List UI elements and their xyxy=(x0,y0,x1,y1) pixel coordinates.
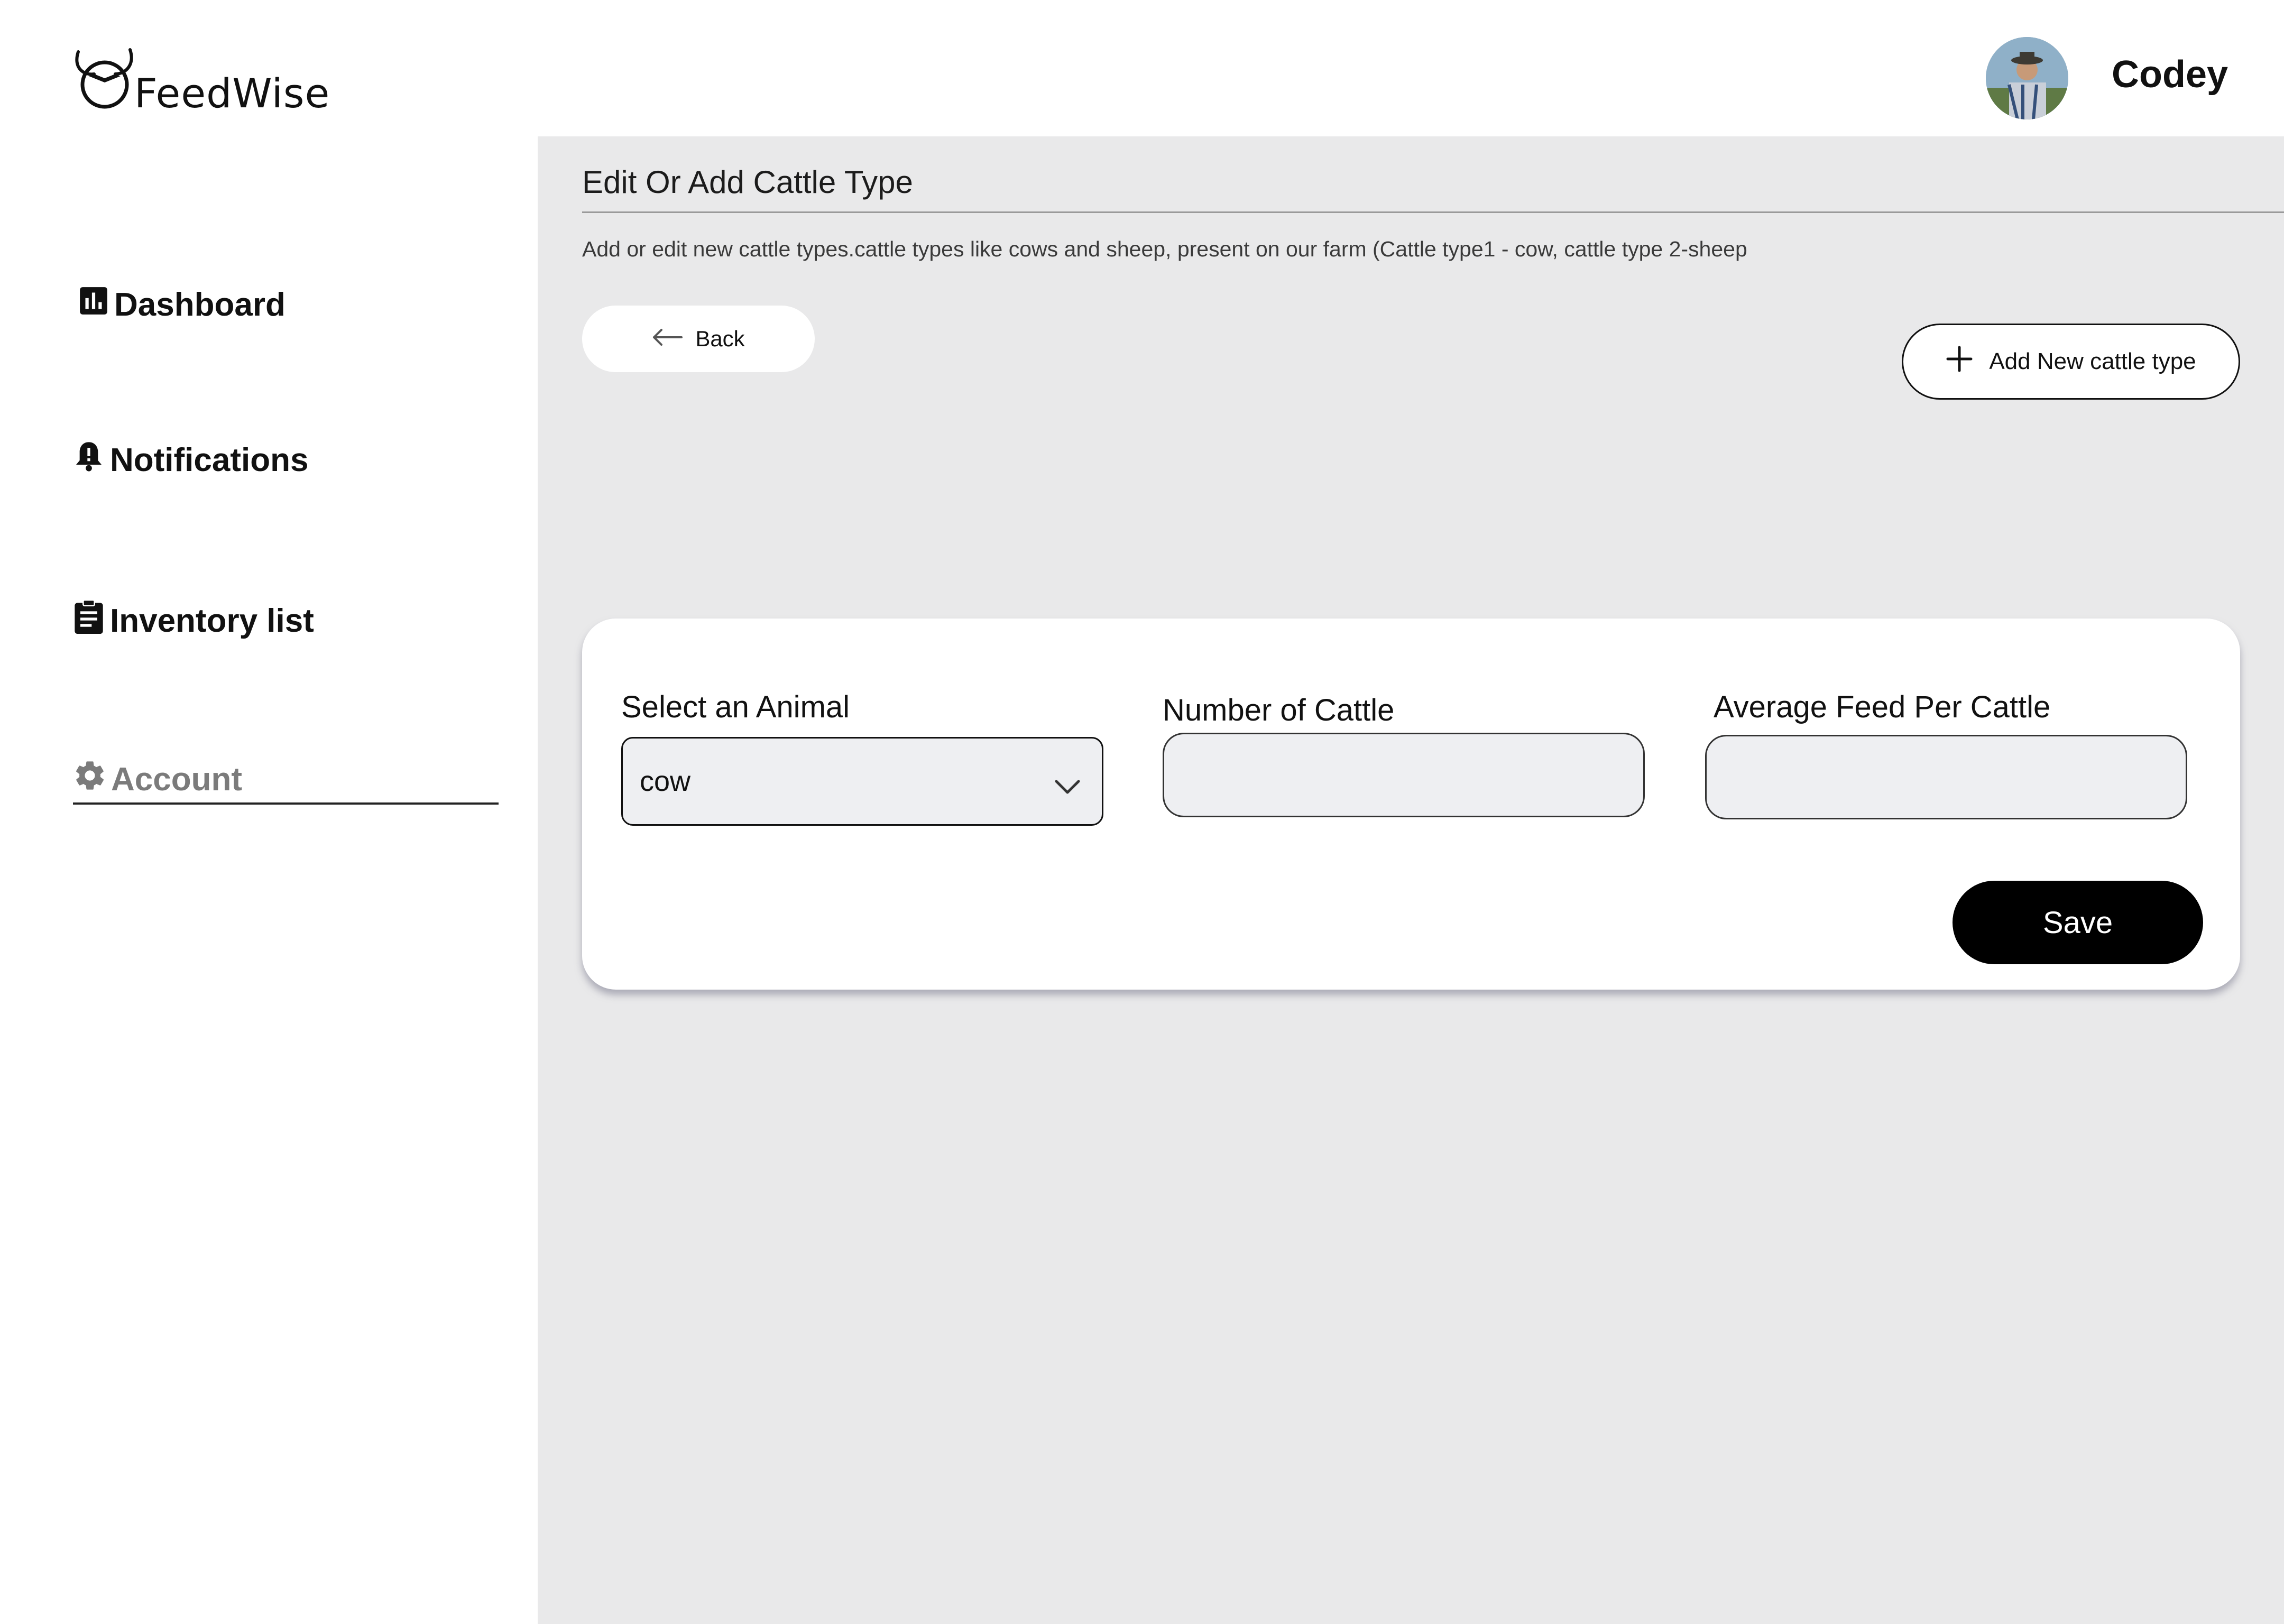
user-name[interactable]: Codey xyxy=(2112,53,2228,96)
gear-icon xyxy=(73,759,107,800)
page-description: Add or edit new cattle types.cattle type… xyxy=(582,237,1747,261)
sidebar-item-dashboard[interactable]: Dashboard xyxy=(77,284,286,325)
user-avatar[interactable] xyxy=(1986,37,2068,119)
cattle-type-form-card: Select an Animal cow Number of Cattle Av… xyxy=(582,619,2240,990)
bar-chart-icon xyxy=(77,284,110,325)
animal-select-label: Select an Animal xyxy=(621,690,850,724)
app-logo[interactable]: FeedWise xyxy=(73,47,329,121)
bell-alert-icon xyxy=(72,439,106,482)
plus-icon xyxy=(1946,345,1973,379)
save-button[interactable]: Save xyxy=(1953,881,2203,964)
title-divider xyxy=(582,211,2284,213)
average-feed-label: Average Feed Per Cattle xyxy=(1714,690,2051,724)
sidebar-item-notifications[interactable]: Notifications xyxy=(72,439,308,482)
active-item-underline xyxy=(73,802,499,805)
app-name: FeedWise xyxy=(134,70,330,117)
add-cattle-type-label: Add New cattle type xyxy=(1989,348,2196,374)
clipboard-list-icon xyxy=(72,598,106,643)
sidebar-item-label: Notifications xyxy=(110,442,309,478)
number-of-cattle-input[interactable] xyxy=(1163,733,1645,817)
back-button[interactable]: Back xyxy=(582,306,815,372)
sidebar-item-label: Inventory list xyxy=(110,603,314,639)
chevron-down-icon xyxy=(1054,769,1081,802)
average-feed-input[interactable] xyxy=(1705,735,2187,819)
back-button-label: Back xyxy=(695,326,745,351)
sidebar-item-label: Dashboard xyxy=(114,287,286,323)
main-content: Edit Or Add Cattle Type Add or edit new … xyxy=(538,136,2284,1624)
number-of-cattle-label: Number of Cattle xyxy=(1163,693,1395,727)
cow-head-logo-icon xyxy=(75,48,133,109)
sidebar-item-label: Account xyxy=(111,761,242,798)
sidebar-item-inventory[interactable]: Inventory list xyxy=(72,598,314,643)
arrow-left-icon xyxy=(652,326,683,352)
add-cattle-type-button[interactable]: Add New cattle type xyxy=(1902,324,2240,400)
animal-select-value: cow xyxy=(640,765,691,797)
sidebar-item-account[interactable]: Account xyxy=(73,759,242,800)
animal-select[interactable]: cow xyxy=(621,737,1103,826)
user-photo-icon xyxy=(1986,37,2068,119)
page-title: Edit Or Add Cattle Type xyxy=(582,164,913,200)
